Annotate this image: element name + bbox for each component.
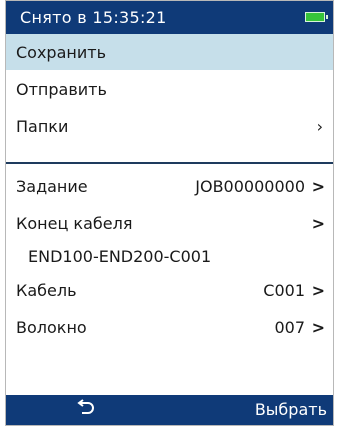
chevron-right-icon: ›: [316, 117, 323, 136]
chevron-right-icon: >: [311, 281, 325, 300]
chevron-right-icon: >: [311, 177, 325, 196]
context-menu: Сохранить Отправить Папки ›: [6, 34, 333, 145]
divider: [6, 162, 333, 164]
chevron-right-icon: >: [311, 318, 325, 337]
status-bar: Снято в 15:35:21: [6, 1, 333, 34]
menu-item-send[interactable]: Отправить: [6, 71, 333, 108]
row-job[interactable]: Задание JOB00000000 >: [6, 168, 333, 205]
select-button[interactable]: Выбрать: [255, 395, 327, 425]
properties-list: Задание JOB00000000 > Конец кабеля > END…: [6, 168, 333, 346]
menu-item-label: Папки: [16, 117, 69, 136]
device-screen: Снято в 15:35:21 Сохранить Отправить Пап…: [5, 0, 334, 426]
bottom-bar: Выбрать: [6, 395, 333, 425]
back-button[interactable]: [66, 397, 106, 423]
row-cable[interactable]: Кабель C001 >: [6, 272, 333, 309]
job-label: Задание: [16, 177, 88, 196]
fiber-value: 007: [274, 318, 305, 337]
cable-end-value: END100-END200-C001: [28, 247, 212, 266]
menu-item-save[interactable]: Сохранить: [6, 34, 333, 71]
job-value: JOB00000000: [195, 177, 305, 196]
cable-value: C001: [263, 281, 305, 300]
menu-item-folders[interactable]: Папки ›: [6, 108, 333, 145]
row-cable-end[interactable]: Конец кабеля >: [6, 205, 333, 242]
back-icon: [77, 399, 94, 414]
chevron-right-icon: >: [311, 214, 325, 233]
fiber-label: Волокно: [16, 318, 87, 337]
battery-icon: [305, 12, 328, 22]
menu-item-label: Сохранить: [16, 43, 106, 62]
cable-label: Кабель: [16, 281, 77, 300]
row-fiber[interactable]: Волокно 007 >: [6, 309, 333, 346]
menu-item-label: Отправить: [16, 80, 107, 99]
status-title: Снято в 15:35:21: [20, 8, 167, 27]
cable-end-label: Конец кабеля: [16, 214, 133, 233]
